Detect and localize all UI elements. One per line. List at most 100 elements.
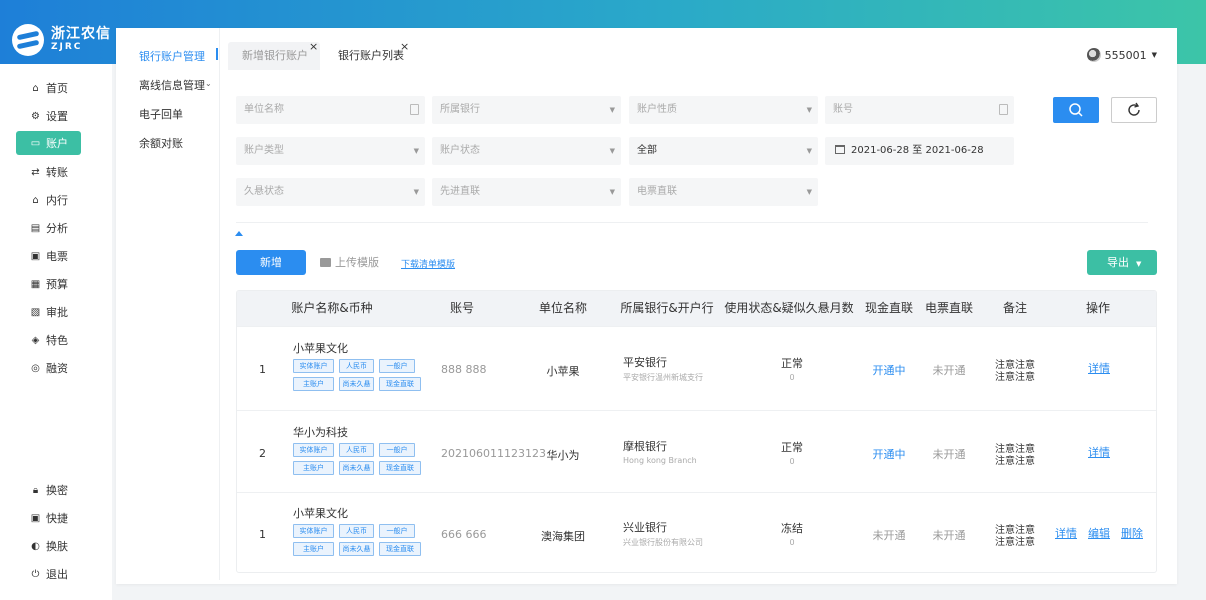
col-unit-name: 单位名称 xyxy=(538,301,587,315)
nav-label: 快捷 xyxy=(46,512,68,525)
download-template-link[interactable]: 下载清单模版 xyxy=(401,257,455,270)
branch-name: 平安银行温州新城支行 xyxy=(623,373,703,382)
nav-item-transfer[interactable]: ⇄ 转账 xyxy=(16,160,81,184)
edit-link[interactable]: 编辑 xyxy=(1088,525,1110,541)
nav-item-settings[interactable]: ⚙ 设置 xyxy=(16,104,81,128)
dormant-months: 0 xyxy=(789,538,795,547)
date-range-picker[interactable]: 2021-06-28 至 2021-06-28 xyxy=(825,137,1014,165)
nav-item-financing[interactable]: ◎ 融资 xyxy=(16,356,81,380)
delete-link[interactable]: 删除 xyxy=(1121,525,1143,541)
account-nature-select[interactable]: 账户性质 ▼ xyxy=(629,96,818,124)
cash-link-status[interactable]: 开通中 xyxy=(864,362,914,378)
close-icon[interactable]: × xyxy=(309,33,318,61)
subnav-e-receipt[interactable]: 电子回单 xyxy=(139,106,183,122)
caret-down-icon: ▼ xyxy=(413,188,419,196)
tab-label: 新增银行账户 xyxy=(242,49,308,62)
dormant-months: 0 xyxy=(789,457,795,466)
collapse-filter-icon[interactable] xyxy=(235,231,243,236)
approval-icon: ▧ xyxy=(30,306,41,318)
bank-select[interactable]: 所属银行 ▼ xyxy=(432,96,621,124)
account-table: 账户名称&币种 账号 单位名称 所属银行&开户行 使用状态&疑似久悬月数 现金直… xyxy=(236,290,1157,573)
subnav-offline-info-mgmt[interactable]: 离线信息管理 xyxy=(139,77,205,93)
row-index: 1 xyxy=(259,363,266,376)
nav-item-shortcut[interactable]: ▣ 快捷 xyxy=(16,506,81,530)
tag-chip: 人民币 xyxy=(339,359,374,373)
filter-all-select[interactable]: 全部 ▼ xyxy=(629,137,818,165)
skin-icon: ◐ xyxy=(31,540,40,552)
eticket-link-status: 未开通 xyxy=(932,448,966,461)
document-icon xyxy=(410,104,419,115)
nav-label: 电票 xyxy=(46,250,68,263)
account-icon: ▭ xyxy=(30,137,41,149)
caret-down-icon: ▼ xyxy=(609,147,615,155)
bank-name: 摩根银行 xyxy=(623,440,667,453)
add-button[interactable]: 新增 xyxy=(236,250,306,275)
subnav-bank-account-mgmt[interactable]: 银行账户管理 xyxy=(139,48,205,64)
tab-bank-account-list[interactable]: 银行账户列表 × xyxy=(324,40,411,70)
export-button[interactable]: 导出 ▼ xyxy=(1087,250,1157,275)
account-name: 小苹果文化 xyxy=(293,507,348,520)
close-icon[interactable]: × xyxy=(400,33,409,61)
eticket-link-status: 未开通 xyxy=(932,364,966,377)
nav-label: 换肤 xyxy=(46,540,68,553)
search-button[interactable] xyxy=(1053,97,1099,123)
nav-item-logout[interactable]: ⏻ 退出 xyxy=(16,562,81,586)
chevron-down-icon: ⌄ xyxy=(205,79,212,88)
tab-strip: 新增银行账户 × 银行账户列表 × 555001 ▼ xyxy=(220,28,1177,70)
unit-name: 华小为 xyxy=(546,449,580,462)
nav-label: 退出 xyxy=(46,568,68,581)
nav-item-approval[interactable]: ▧ 审批 xyxy=(16,300,81,324)
detail-link[interactable]: 详情 xyxy=(1088,360,1110,376)
calendar-icon xyxy=(835,145,845,154)
unit-name-input[interactable]: 单位名称 xyxy=(236,96,425,124)
note-line: 注意注意 xyxy=(995,537,1035,548)
home-icon: ⌂ xyxy=(32,82,39,94)
dormant-months: 0 xyxy=(789,373,795,382)
upload-template-button[interactable]: 上传模版 xyxy=(312,250,382,275)
user-menu[interactable]: 555001 ▼ xyxy=(1086,48,1157,62)
nav-item-eticket[interactable]: ▣ 电票 xyxy=(16,244,81,268)
tab-add-bank-account[interactable]: 新增银行账户 × xyxy=(228,40,320,70)
tag-chip: 主账户 xyxy=(293,461,334,475)
tag-chip: 实体账户 xyxy=(293,524,334,538)
caret-down-icon: ▼ xyxy=(413,147,419,155)
nav-label: 转账 xyxy=(46,166,68,179)
nav-item-change-password[interactable]: 🔒︎ 换密 xyxy=(16,478,81,502)
branch-name: 兴业银行股份有限公司 xyxy=(623,538,703,547)
cash-link-status[interactable]: 开通中 xyxy=(864,446,914,462)
usage-status: 正常 xyxy=(781,357,803,370)
detail-link[interactable]: 详情 xyxy=(1088,444,1110,460)
nav-item-featured[interactable]: ◈ 特色 xyxy=(16,328,81,352)
nav-item-home[interactable]: ⌂ 首页 xyxy=(16,76,81,100)
brand-logo[interactable]: 浙江农信 ZJRC xyxy=(12,24,111,56)
nav-item-account[interactable]: ▭ 账户 xyxy=(16,131,81,155)
refresh-button[interactable] xyxy=(1111,97,1157,123)
user-name: 555001 xyxy=(1104,48,1147,62)
table-row: 2 华小为科技 实体账户 人民币 一般户 主账户 尚未久悬 现金直联 20210… xyxy=(237,410,1156,492)
nav-item-internal-bank[interactable]: ⌂ 内行 xyxy=(16,188,81,212)
subnav-balance-reconcile[interactable]: 余额对账 xyxy=(139,135,183,151)
shortcut-icon: ▣ xyxy=(30,512,41,524)
tag-chip: 人民币 xyxy=(339,524,374,538)
tag-chip: 一般户 xyxy=(379,443,415,457)
nav-item-skin[interactable]: ◐ 换肤 xyxy=(16,534,81,558)
account-type-select[interactable]: 账户类型 ▼ xyxy=(236,137,425,165)
nav-item-budget[interactable]: ▦ 预算 xyxy=(16,272,81,296)
usage-status: 正常 xyxy=(781,441,803,454)
cash-link-status: 未开通 xyxy=(872,529,906,542)
nav-item-analysis[interactable]: ▤ 分析 xyxy=(16,216,81,240)
folder-icon xyxy=(320,258,331,267)
account-status-select[interactable]: 账户状态 ▼ xyxy=(432,137,621,165)
note-line: 注意注意 xyxy=(995,456,1035,467)
dormant-status-select[interactable]: 久悬状态 ▼ xyxy=(236,178,425,206)
account-number-input[interactable]: 账号 xyxy=(825,96,1014,124)
tag-chip: 主账户 xyxy=(293,542,334,556)
brand-name-en: ZJRC xyxy=(51,41,83,52)
eticket-link-select[interactable]: 电票直联 ▼ xyxy=(629,178,818,206)
detail-link[interactable]: 详情 xyxy=(1055,525,1077,541)
tag-chip: 尚未久悬 xyxy=(339,377,374,391)
direct-link-select[interactable]: 先进直联 ▼ xyxy=(432,178,621,206)
nav-label: 审批 xyxy=(46,306,68,319)
bank-name: 平安银行 xyxy=(623,356,667,369)
nav-label: 分析 xyxy=(46,222,68,235)
